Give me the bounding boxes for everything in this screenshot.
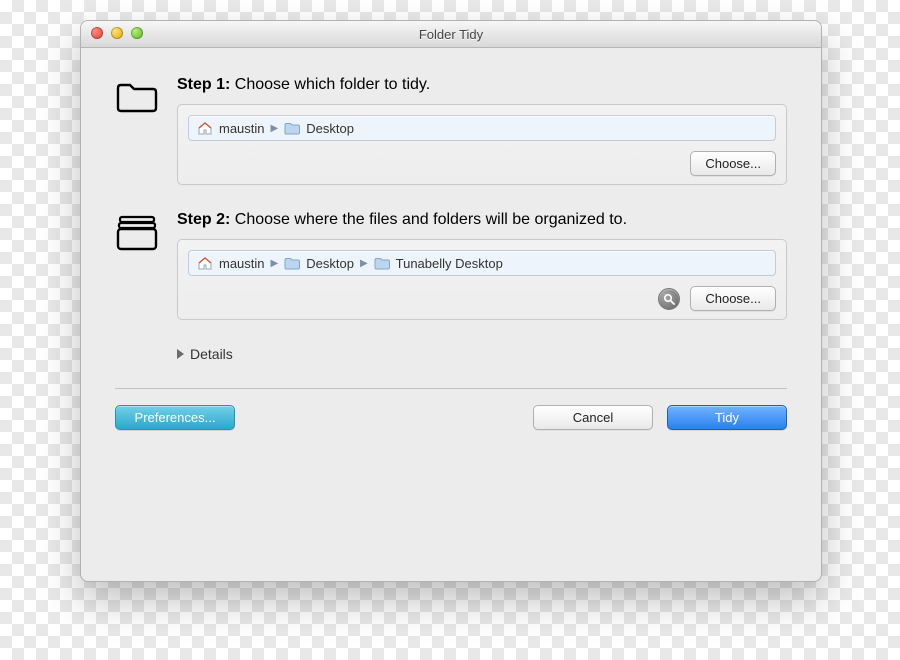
stack-outline-icon [115,211,159,320]
step1-row: Step 1: Choose which folder to tidy. mau… [115,76,787,185]
footer: Preferences... Cancel Tidy [81,389,821,430]
step2-panel-footer: Choose... [188,286,776,311]
preferences-button[interactable]: Preferences... [115,405,235,430]
step1-panel: maustin ▶ Desktop Choose... [177,104,787,185]
disclosure-triangle-icon [177,349,184,359]
cancel-button[interactable]: Cancel [533,405,653,430]
step1-body: Step 1: Choose which folder to tidy. mau… [177,76,787,185]
step2-label-bold: Step 2: [177,211,230,228]
step1-pathbar[interactable]: maustin ▶ Desktop [188,115,776,141]
choose-source-button[interactable]: Choose... [690,151,776,176]
step2-row: Step 2: Choose where the files and folde… [115,211,787,320]
path-seg: maustin [219,121,265,136]
home-icon [197,256,213,270]
close-icon[interactable] [91,27,103,39]
details-disclosure[interactable]: Details [177,346,787,362]
path-seg: Tunabelly Desktop [396,256,503,271]
titlebar: Folder Tidy [81,21,821,48]
folder-icon [284,257,300,270]
content: Step 1: Choose which folder to tidy. mau… [81,48,821,362]
step2-panel: maustin ▶ Desktop ▶ Tunabelly Desktop [177,239,787,320]
step1-heading: Step 1: Choose which folder to tidy. [177,76,787,94]
chevron-right-icon: ▶ [271,258,279,269]
choose-destination-button[interactable]: Choose... [690,286,776,311]
folder-outline-icon [115,76,159,185]
step2-body: Step 2: Choose where the files and folde… [177,211,787,320]
path-seg: Desktop [306,256,354,271]
step1-label-rest: Choose which folder to tidy. [230,76,430,93]
window-controls [91,27,143,39]
folder-icon [284,122,300,135]
step2-label-rest: Choose where the files and folders will … [230,211,627,228]
folder-icon [374,257,390,270]
step1-panel-footer: Choose... [188,151,776,176]
chevron-right-icon: ▶ [271,123,279,134]
footer-right: Cancel Tidy [533,405,787,430]
path-seg: Desktop [306,121,354,136]
window-title: Folder Tidy [419,27,483,42]
chevron-right-icon: ▶ [360,258,368,269]
app-window: Folder Tidy Step 1: Choose which folder … [80,20,822,582]
path-seg: maustin [219,256,265,271]
step2-heading: Step 2: Choose where the files and folde… [177,211,787,229]
step2-pathbar[interactable]: maustin ▶ Desktop ▶ Tunabelly Desktop [188,250,776,276]
reveal-in-finder-button[interactable] [658,288,680,310]
home-icon [197,121,213,135]
zoom-icon[interactable] [131,27,143,39]
details-label: Details [190,346,233,362]
minimize-icon[interactable] [111,27,123,39]
step1-label-bold: Step 1: [177,76,230,93]
tidy-button[interactable]: Tidy [667,405,787,430]
